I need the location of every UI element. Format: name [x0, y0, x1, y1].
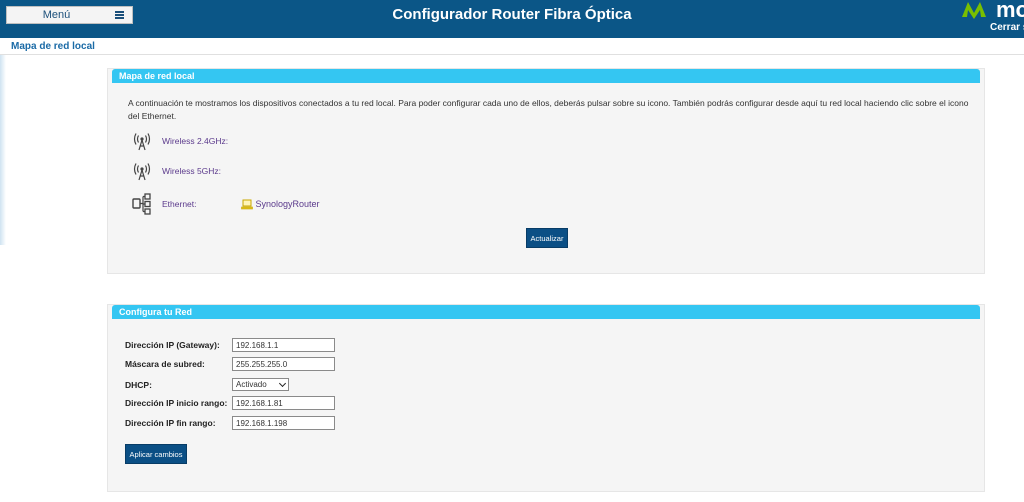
network-map-panel: Mapa de red local A continuación te most…: [107, 68, 985, 274]
brand-text: mo: [996, 0, 1024, 22]
wireless-24-row: Wireless 2.4GHz:: [132, 131, 228, 151]
subnet-label: Máscara de subred:: [125, 359, 205, 369]
wireless-5-row: Wireless 5GHz:: [132, 161, 221, 181]
wireless-5-label: Wireless 5GHz:: [162, 166, 222, 176]
ethernet-device-name: SynologyRouter: [255, 199, 320, 209]
network-config-panel: Configura tu Red Dirección IP (Gateway):…: [107, 304, 985, 492]
ethernet-device-synology[interactable]: SynologyRouter: [240, 199, 320, 210]
apply-changes-button[interactable]: Aplicar cambios: [125, 444, 187, 464]
logout-link[interactable]: Cerrar se: [990, 22, 1024, 33]
wifi-antenna-icon[interactable]: [132, 161, 152, 181]
range-end-label: Dirección IP fin rango:: [125, 418, 216, 428]
network-map-intro: A continuación te mostramos los disposit…: [128, 98, 969, 121]
subnet-input[interactable]: [232, 357, 335, 371]
range-start-row: Dirección IP inicio rango:: [125, 396, 335, 410]
ethernet-switch-icon[interactable]: [132, 193, 152, 215]
breadcrumb: Mapa de red local: [0, 38, 1024, 55]
gateway-input[interactable]: [232, 338, 335, 352]
top-header: Menú Configurador Router Fibra Óptica mo…: [0, 0, 1024, 38]
dhcp-select-value: Activado: [236, 380, 267, 389]
gateway-row: Dirección IP (Gateway):: [125, 338, 335, 352]
network-config-header: Configura tu Red: [112, 305, 980, 319]
dhcp-row: DHCP: Activado: [125, 378, 289, 391]
range-end-input[interactable]: [232, 416, 335, 430]
dhcp-label: DHCP:: [125, 379, 152, 390]
wifi-antenna-icon[interactable]: [132, 131, 152, 151]
laptop-icon: [240, 199, 253, 209]
ethernet-row: Ethernet: SynologyRouter: [132, 193, 320, 215]
range-start-label: Dirección IP inicio rango:: [125, 398, 228, 408]
chevron-down-icon: [278, 379, 287, 387]
dhcp-select[interactable]: Activado: [232, 378, 289, 391]
subnet-row: Máscara de subred:: [125, 357, 335, 371]
range-start-input[interactable]: [232, 396, 335, 410]
ethernet-label: Ethernet:: [162, 199, 197, 209]
range-end-row: Dirección IP fin rango:: [125, 416, 335, 430]
refresh-button[interactable]: Actualizar: [526, 228, 568, 248]
network-map-header: Mapa de red local: [112, 69, 980, 83]
page-title: Configurador Router Fibra Óptica: [392, 6, 632, 23]
breadcrumb-title: Mapa de red local: [11, 41, 95, 52]
left-shade: [0, 55, 6, 245]
wireless-24-label: Wireless 2.4GHz:: [162, 136, 229, 146]
gateway-label: Dirección IP (Gateway):: [125, 340, 220, 350]
